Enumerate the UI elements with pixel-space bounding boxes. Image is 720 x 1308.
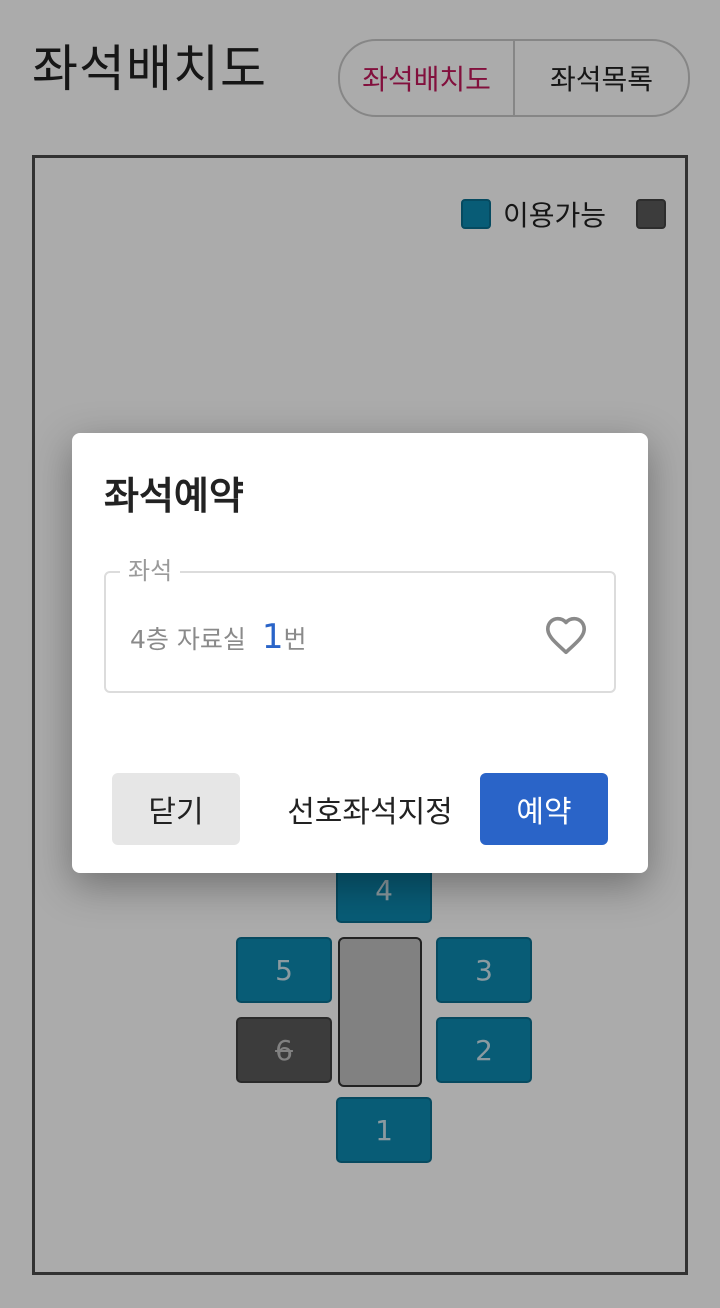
- seat-number-suffix: 번: [283, 625, 307, 654]
- reserve-button[interactable]: 예약: [480, 773, 608, 845]
- seat-field-value: 4층 자료실 1 번: [130, 617, 307, 657]
- seat-number: 1: [261, 617, 284, 657]
- dialog-title: 좌석예약: [104, 474, 244, 518]
- seat-reservation-dialog: 좌석예약 좌석 4층 자료실 1 번 닫기 선호좌석지정 예약: [72, 433, 648, 873]
- seat-field: 좌석 4층 자료실 1 번: [104, 557, 616, 693]
- seat-location: 4층 자료실: [130, 625, 246, 654]
- heart-outline-icon[interactable]: [544, 615, 588, 655]
- seat-field-label: 좌석: [120, 557, 181, 586]
- set-favorite-seat-button[interactable]: 선호좌석지정: [268, 773, 472, 845]
- close-button[interactable]: 닫기: [112, 773, 240, 845]
